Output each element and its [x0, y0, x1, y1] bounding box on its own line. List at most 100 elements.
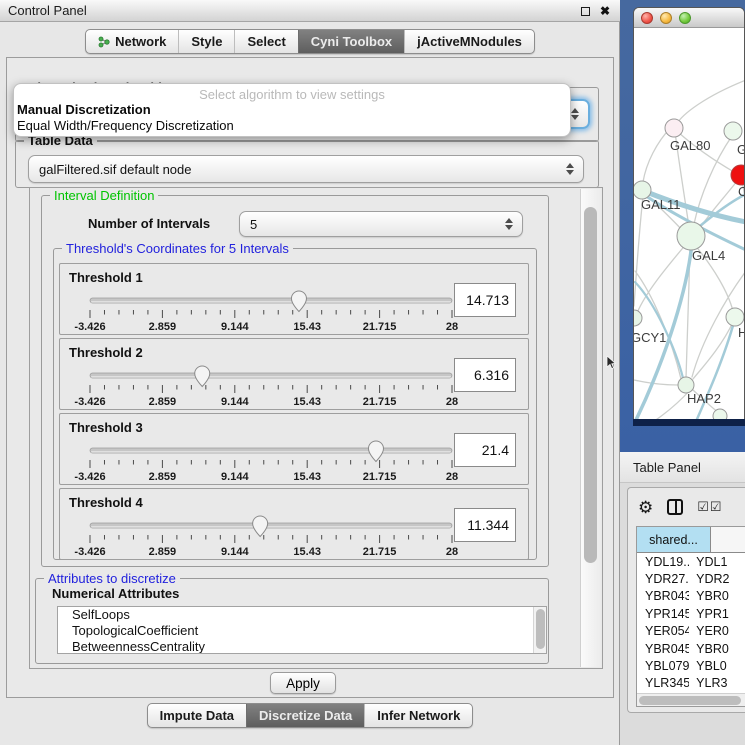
bottom-tab-infer-network[interactable]: Infer Network — [364, 704, 472, 727]
network-desktop: GAL80GACGAL11GAL4GCY1HHAP2 — [620, 0, 745, 452]
threshold-slider[interactable]: -3.4262.8599.14415.4321.71528 — [84, 513, 468, 559]
threshold-slider[interactable]: -3.4262.8599.14415.4321.71528 — [84, 363, 468, 409]
columns-icon[interactable] — [667, 499, 683, 515]
threshold-value-field[interactable]: 11.344 — [454, 508, 516, 542]
table-cell: YLR3 — [689, 676, 745, 690]
table-cell: YBR0 — [689, 589, 745, 603]
tab-style[interactable]: Style — [178, 30, 234, 53]
slider-tick-label: 2.859 — [149, 471, 177, 483]
settings-vertical-scrollbar[interactable] — [580, 189, 601, 667]
network-node[interactable] — [713, 409, 727, 419]
column-header-shared[interactable]: shared... — [637, 527, 711, 552]
float-icon[interactable] — [581, 7, 590, 16]
apply-button[interactable]: Apply — [270, 672, 336, 694]
table-row[interactable]: YBR043CYBR0 — [637, 588, 745, 605]
settings-scrollbar-thumb[interactable] — [584, 207, 597, 563]
close-light-icon[interactable] — [641, 12, 653, 24]
table-scrollbar-thumb[interactable] — [639, 696, 741, 705]
network-node[interactable] — [724, 122, 742, 140]
table-row[interactable]: YER054CYER0 — [637, 623, 745, 640]
slider-thumb[interactable] — [253, 516, 268, 537]
slider-tick-label: 28 — [446, 396, 458, 408]
tab-jactivemnodules[interactable]: jActiveMNodules — [404, 30, 534, 53]
threshold-panel-3: Threshold 3-3.4262.8599.14415.4321.71528… — [59, 413, 529, 485]
attribute-item-topologicalcoefficient[interactable]: TopologicalCoefficient — [58, 623, 546, 639]
minimize-light-icon[interactable] — [660, 12, 672, 24]
tab-network[interactable]: Network — [86, 30, 178, 53]
table-data-selected-value: galFiltered.sif default node — [39, 162, 191, 177]
zoom-light-icon[interactable] — [679, 12, 691, 24]
threshold-panel-4: Threshold 4-3.4262.8599.14415.4321.71528… — [59, 488, 529, 560]
slider-tick-label: 28 — [446, 321, 458, 333]
threshold-slider[interactable]: -3.4262.8599.14415.4321.71528 — [84, 288, 468, 334]
dropdown-option-equal-width-frequency-discretization[interactable]: Equal Width/Frequency Discretization — [14, 118, 570, 134]
table-row[interactable]: YDL19...YDL1 — [637, 553, 745, 570]
list-scrollbar[interactable] — [533, 607, 546, 653]
network-node[interactable] — [726, 308, 744, 326]
table-cell: YBR0 — [689, 642, 745, 656]
slider-thumb[interactable] — [368, 441, 383, 462]
slider-tick-label: 21.715 — [363, 471, 397, 483]
list-scrollbar-thumb[interactable] — [536, 609, 545, 649]
checkbox-icons[interactable]: ☑☑ — [697, 499, 722, 515]
dropdown-option-manual-discretization[interactable]: Manual Discretization — [14, 102, 570, 118]
table-cell: YBL079W — [637, 659, 689, 673]
tab-label: Style — [191, 34, 222, 49]
slider-thumb[interactable] — [195, 366, 210, 387]
threshold-label: Threshold 2 — [69, 345, 143, 360]
table-row[interactable]: YBL079WYBL0 — [637, 657, 745, 674]
slider-tick-label: 15.43 — [293, 396, 321, 408]
number-of-intervals-label: Number of Intervals — [88, 216, 210, 231]
numerical-attributes-list[interactable]: SelfLoopsTopologicalCoefficientBetweenne… — [57, 606, 547, 654]
column-header-n[interactable]: n — [711, 527, 745, 552]
network-node[interactable] — [665, 119, 683, 137]
slider-thumb[interactable] — [291, 291, 306, 312]
network-node[interactable] — [634, 310, 642, 326]
threshold-value-field[interactable]: 14.713 — [454, 283, 516, 317]
combo-arrows-icon — [566, 163, 574, 175]
attribute-item-betweennesscentrality[interactable]: BetweennessCentrality — [58, 639, 546, 654]
attribute-item-selfloops[interactable]: SelfLoops — [58, 607, 546, 623]
number-of-intervals-combobox[interactable]: 5 — [239, 211, 523, 237]
slider-tick-label: 15.43 — [293, 471, 321, 483]
network-node[interactable] — [677, 222, 705, 250]
tab-label: jActiveMNodules — [417, 34, 522, 49]
table-data-combobox[interactable]: galFiltered.sif default node — [28, 155, 584, 183]
table-cell: YER054C — [637, 624, 689, 638]
table-cell: YDL19... — [637, 555, 689, 569]
threshold-value-field[interactable]: 21.4 — [454, 433, 516, 467]
dropdown-placeholder-option[interactable]: Select algorithm to view settings — [14, 87, 570, 102]
table-cell: YER0 — [689, 624, 745, 638]
network-node[interactable] — [731, 165, 745, 185]
bottom-tab-discretize-data[interactable]: Discretize Data — [246, 704, 364, 727]
table-row[interactable]: YLR345WYLR3 — [637, 675, 745, 692]
table-row[interactable]: YBR045CYBR0 — [637, 640, 745, 657]
slider-tick-label: 21.715 — [363, 396, 397, 408]
numerical-attributes-label: Numerical Attributes — [52, 586, 179, 601]
network-window-titlebar — [634, 8, 744, 28]
network-edge — [634, 380, 678, 385]
table-cell: YPR1 — [689, 607, 745, 621]
bottom-tab-impute-data[interactable]: Impute Data — [148, 704, 246, 727]
node-label-h: H — [738, 325, 745, 340]
attribute-items: SelfLoopsTopologicalCoefficientBetweenne… — [58, 607, 546, 654]
table-horizontal-scrollbar[interactable] — [637, 693, 745, 706]
node-attribute-table[interactable]: shared...n YDL19...YDL1YDR27...YDR2YBR04… — [636, 526, 745, 707]
tab-cyni-toolbox[interactable]: Cyni Toolbox — [298, 30, 404, 53]
top-tabstrip: Network Style SelectCyni Toolbox jActiveMNo… — [0, 29, 620, 54]
close-icon[interactable]: ✖ — [600, 5, 610, 17]
table-row[interactable]: YPR145WYPR1 — [637, 605, 745, 622]
tab-select[interactable]: Select — [234, 30, 297, 53]
table-row[interactable]: YDR27...YDR2 — [637, 570, 745, 587]
threshold-panel-2: Threshold 2-3.4262.8599.14415.4321.71528… — [59, 338, 529, 410]
table-cell: YLR345W — [637, 676, 689, 690]
slider-tick-label: 21.715 — [363, 546, 397, 558]
threshold-slider[interactable]: -3.4262.8599.14415.4321.71528 — [84, 438, 468, 484]
table-cell: YDR27... — [637, 572, 689, 586]
network-canvas[interactable]: GAL80GACGAL11GAL4GCY1HHAP2 — [634, 28, 745, 419]
control-panel-titlebar: Control Panel ✖ — [0, 0, 620, 22]
gear-icon[interactable]: ⚙ — [638, 499, 653, 516]
threshold-value-field[interactable]: 6.316 — [454, 358, 516, 392]
network-window[interactable]: GAL80GACGAL11GAL4GCY1HHAP2 — [633, 7, 745, 419]
tab-label: Network — [115, 34, 166, 49]
